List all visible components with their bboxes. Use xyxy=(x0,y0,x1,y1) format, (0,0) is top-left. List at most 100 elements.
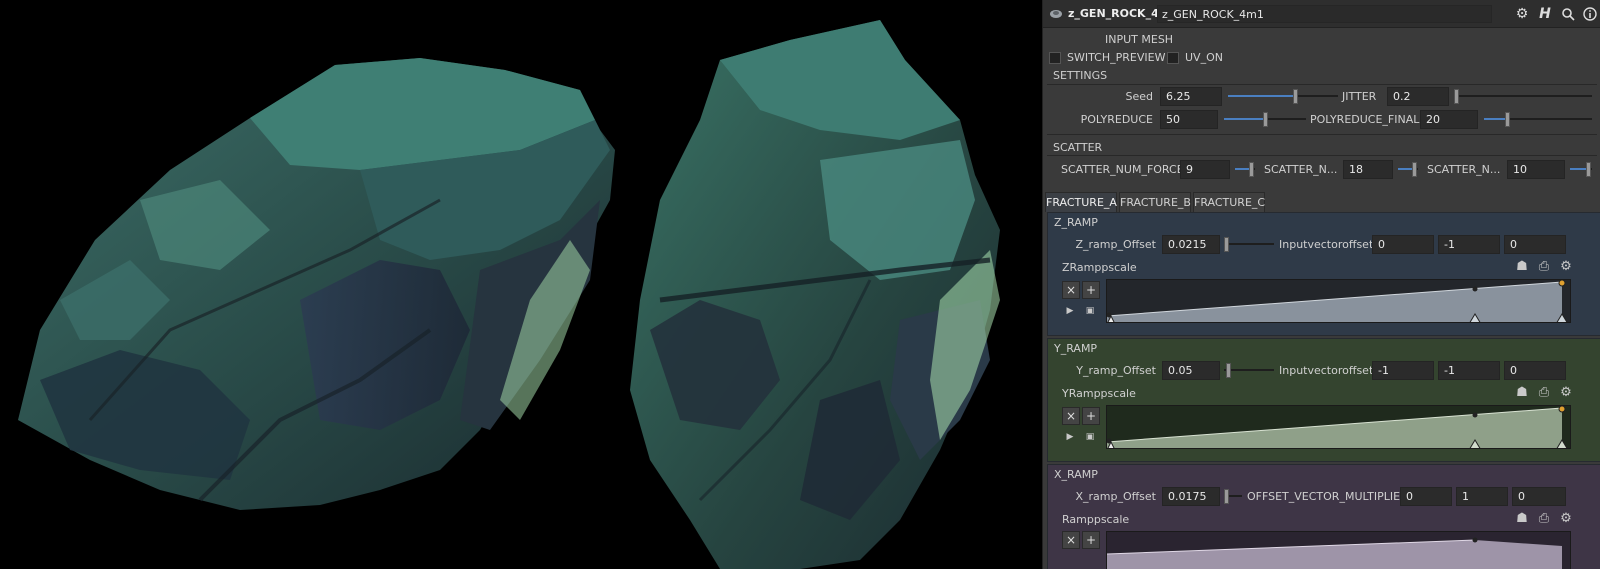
x-ramp-offset-label: X_ramp_Offset xyxy=(1075,490,1156,503)
ramp-preset-icon[interactable]: ☗ xyxy=(1514,511,1530,527)
x-ramp-vector-z[interactable]: 0 xyxy=(1512,487,1566,506)
polyreduce-field[interactable]: 50 xyxy=(1160,110,1218,129)
ramp-fit-icon[interactable]: ▣ xyxy=(1082,303,1098,319)
rock-left xyxy=(18,58,615,510)
jitter-field[interactable]: 0.2 xyxy=(1387,87,1449,106)
seed-label: Seed xyxy=(1125,90,1154,103)
y-ramp-header: Y_RAMP xyxy=(1054,342,1098,355)
z-ramp-vector-x[interactable]: 0 xyxy=(1372,235,1434,254)
scatter-n3-label: SCATTER_N... xyxy=(1427,163,1501,176)
y-ramp-offset-slider[interactable] xyxy=(1224,361,1274,380)
x-ramp-curve xyxy=(1107,537,1562,569)
settings-header: SETTINGS xyxy=(1053,69,1108,82)
rock-right xyxy=(630,20,1000,569)
ramp-remove-point-button[interactable]: × xyxy=(1062,281,1080,299)
uv-on-checkbox[interactable] xyxy=(1167,52,1179,64)
seed-slider[interactable] xyxy=(1228,87,1338,106)
uv-on-label: UV_ON xyxy=(1185,51,1223,64)
ramp-preset-icon[interactable]: ☗ xyxy=(1514,259,1530,275)
z-ramp-offset-field[interactable]: 0.0215 xyxy=(1162,235,1220,254)
info-icon[interactable] xyxy=(1581,5,1599,23)
ramp-fit-icon[interactable]: ▣ xyxy=(1082,429,1098,445)
ramp-add-point-button[interactable]: + xyxy=(1082,407,1100,425)
ramp-add-point-button[interactable]: + xyxy=(1082,531,1100,549)
ramp-remove-point-button[interactable]: × xyxy=(1062,407,1080,425)
polyreduce-final-field[interactable]: 20 xyxy=(1420,110,1478,129)
search-icon[interactable] xyxy=(1559,5,1577,23)
input-mesh-label: INPUT MESH xyxy=(1105,33,1174,46)
z-ramp-vector-y[interactable]: -1 xyxy=(1438,235,1500,254)
y-ramp-offset-field[interactable]: 0.05 xyxy=(1162,361,1220,380)
x-ramp-label: Ramppscale xyxy=(1062,513,1130,526)
houdini-help-icon[interactable]: H xyxy=(1536,5,1554,23)
x-ramp-vector-y[interactable]: 1 xyxy=(1456,487,1508,506)
ramp-expand-arrow-icon[interactable]: ▶ xyxy=(1062,429,1078,445)
fracture-tabs: FRACTURE_A FRACTURE_B FRACTURE_C xyxy=(1043,192,1600,212)
z-ramp-block: Z_RAMP Z_ramp_Offset 0.0215 Inputvectoro… xyxy=(1047,212,1600,336)
ramp-snapshot-icon[interactable]: ⎙ xyxy=(1536,259,1552,275)
y-ramp-offset-label: Y_ramp_Offset xyxy=(1076,364,1156,377)
y-ramp-block: Y_RAMP Y_ramp_Offset 0.05 Inputvectoroff… xyxy=(1047,338,1600,462)
y-ramp-editor[interactable] xyxy=(1106,405,1571,449)
x-ramp-offset-field[interactable]: 0.0175 xyxy=(1162,487,1220,506)
scatter-n2-label: SCATTER_N... xyxy=(1264,163,1338,176)
ramp-snapshot-icon[interactable]: ⎙ xyxy=(1536,385,1552,401)
node-name-field[interactable]: z_GEN_ROCK_4m1 xyxy=(1157,5,1492,23)
y-ramp-vector-x[interactable]: -1 xyxy=(1372,361,1434,380)
polyreduce-final-label: POLYREDUCE_FINAL xyxy=(1310,113,1420,126)
rock-render xyxy=(18,20,1000,569)
y-ramp-vector-label: Inputvectoroffset xyxy=(1279,364,1374,377)
x-ramp-vector-label: OFFSET_VECTOR_MULTIPLIER xyxy=(1247,490,1408,503)
scatter-n2-slider[interactable] xyxy=(1398,160,1418,179)
tab-fracture-b[interactable]: FRACTURE_B xyxy=(1119,192,1191,212)
tab-fracture-c[interactable]: FRACTURE_C xyxy=(1193,192,1265,212)
jitter-label: JITTER xyxy=(1342,90,1377,103)
y-ramp-label: YRamppscale xyxy=(1062,387,1136,400)
parameter-panel: z_GEN_ROCK_4m z_GEN_ROCK_4m1 ⚙ H INPUT M… xyxy=(1042,0,1600,569)
y-ramp-curve xyxy=(1107,406,1568,448)
scatter-header: SCATTER xyxy=(1053,141,1103,154)
scatter-num-force-slider[interactable] xyxy=(1235,160,1255,179)
gear-icon[interactable]: ⚙ xyxy=(1513,5,1531,23)
viewport-3d[interactable] xyxy=(0,0,1042,569)
z-ramp-offset-label: Z_ramp_Offset xyxy=(1075,238,1156,251)
x-ramp-header: X_RAMP xyxy=(1054,468,1098,481)
x-ramp-vector-x[interactable]: 0 xyxy=(1400,487,1452,506)
ramp-remove-point-button[interactable]: × xyxy=(1062,531,1080,549)
ramp-add-point-button[interactable]: + xyxy=(1082,281,1100,299)
scatter-divider xyxy=(1047,155,1597,156)
z-ramp-offset-slider[interactable] xyxy=(1224,235,1274,254)
x-ramp-editor[interactable] xyxy=(1106,531,1571,569)
y-ramp-vector-y[interactable]: -1 xyxy=(1438,361,1500,380)
seed-field[interactable]: 6.25 xyxy=(1160,87,1222,106)
z-ramp-vector-z[interactable]: 0 xyxy=(1504,235,1566,254)
node-type-icon[interactable] xyxy=(1049,8,1063,20)
ramp-expand-arrow-icon[interactable]: ▶ xyxy=(1062,303,1078,319)
scatter-n2-field[interactable]: 18 xyxy=(1343,160,1393,179)
ramp-settings-gear-icon[interactable]: ⚙ xyxy=(1558,259,1574,275)
x-ramp-offset-slider[interactable] xyxy=(1224,487,1242,506)
jitter-slider[interactable] xyxy=(1454,87,1592,106)
scatter-n3-slider[interactable] xyxy=(1570,160,1592,179)
ramp-snapshot-icon[interactable]: ⎙ xyxy=(1536,511,1552,527)
scatter-num-force-label: SCATTER_NUM_FORCE xyxy=(1061,163,1184,176)
z-ramp-editor[interactable] xyxy=(1106,279,1571,323)
ramp-preset-icon[interactable]: ☗ xyxy=(1514,385,1530,401)
y-ramp-vector-z[interactable]: 0 xyxy=(1504,361,1566,380)
polyreduce-slider[interactable] xyxy=(1224,110,1306,129)
node-type-label: z_GEN_ROCK_4m xyxy=(1068,7,1171,20)
z-ramp-vector-label: Inputvectoroffset xyxy=(1279,238,1374,251)
scatter-n3-field[interactable]: 10 xyxy=(1507,160,1565,179)
tab-fracture-a[interactable]: FRACTURE_A xyxy=(1045,192,1117,212)
switch-preview-checkbox[interactable] xyxy=(1049,52,1061,64)
ramp-settings-gear-icon[interactable]: ⚙ xyxy=(1558,385,1574,401)
panel-titlebar: z_GEN_ROCK_4m z_GEN_ROCK_4m1 ⚙ H xyxy=(1043,0,1600,28)
z-ramp-curve xyxy=(1107,280,1568,322)
scatter-num-force-field[interactable]: 9 xyxy=(1180,160,1230,179)
settings-divider xyxy=(1047,84,1597,85)
polyreduce-final-slider[interactable] xyxy=(1484,110,1592,129)
polyreduce-label: POLYREDUCE xyxy=(1080,113,1153,126)
x-ramp-block: X_RAMP X_ramp_Offset 0.0175 OFFSET_VECTO… xyxy=(1047,464,1600,569)
switch-preview-label: SWITCH_PREVIEW xyxy=(1067,51,1166,64)
ramp-settings-gear-icon[interactable]: ⚙ xyxy=(1558,511,1574,527)
